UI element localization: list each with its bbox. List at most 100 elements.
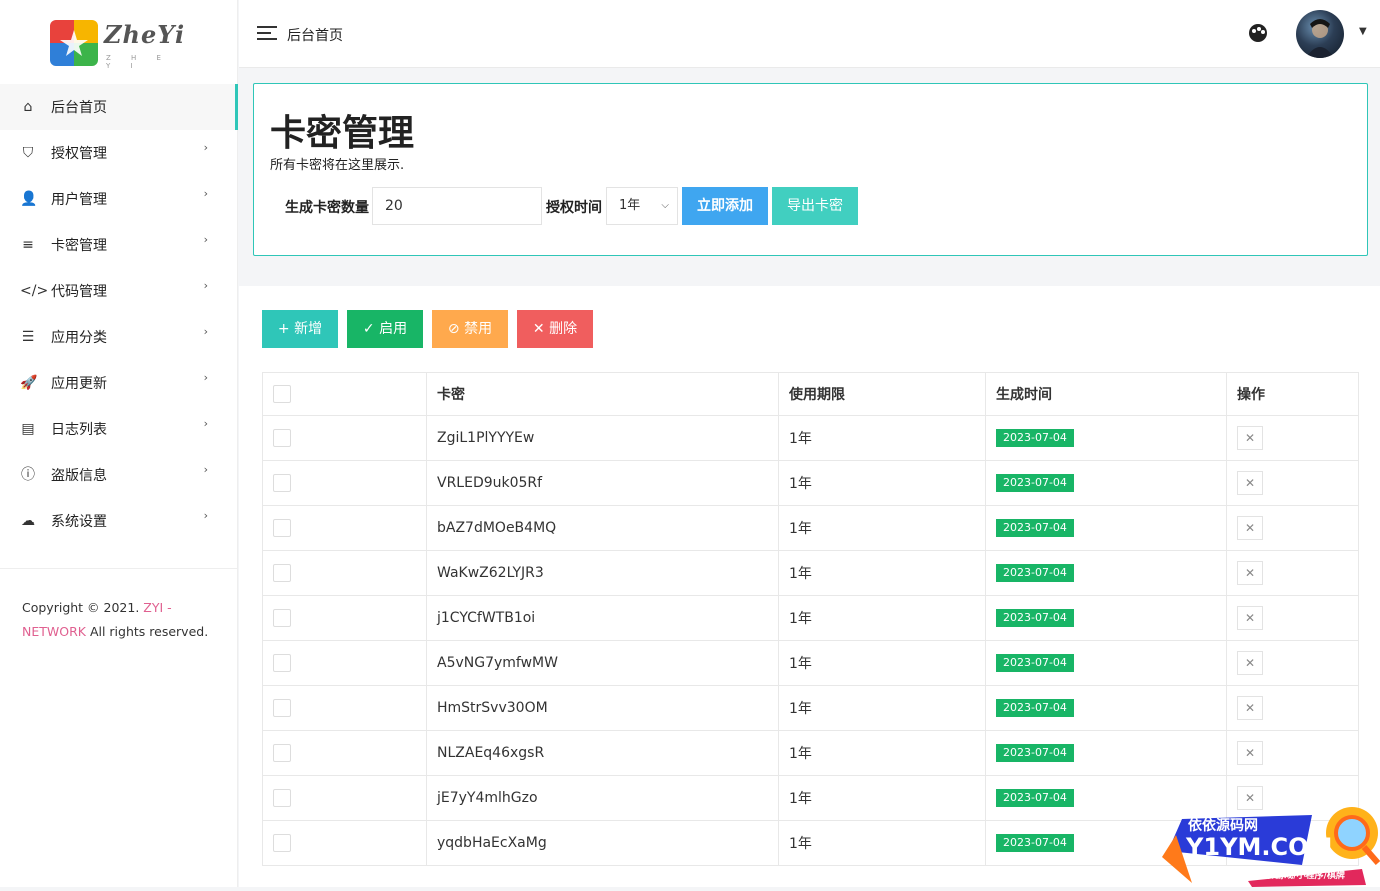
- add-button-label: 新增: [294, 321, 323, 337]
- check-icon: ✓: [362, 321, 375, 337]
- code-icon: </>: [20, 283, 49, 299]
- table-row[interactable]: HmStrSvv30OM 1年 2023-07-04 ✕: [262, 685, 1359, 731]
- row-checkbox[interactable]: [273, 609, 291, 627]
- row-delete-button[interactable]: ✕: [1237, 516, 1263, 540]
- table-row[interactable]: j1CYCfWTB1oi 1年 2023-07-04 ✕: [262, 595, 1359, 641]
- table-row[interactable]: VRLED9uk05Rf 1年 2023-07-04 ✕: [262, 460, 1359, 506]
- table-row[interactable]: A5vNG7ymfwMW 1年 2023-07-04 ✕: [262, 640, 1359, 686]
- actions-cell: ✕: [1226, 730, 1359, 776]
- sidebar-divider: [0, 568, 238, 569]
- user-icon: 👤: [20, 191, 38, 207]
- cards-table: 卡密 使用期限 生成时间 操作 ZgiL1PlYYYEw 1年 2023-07-04…: [262, 372, 1359, 866]
- copyright-prefix: Copyright © 2021.: [22, 600, 144, 615]
- date-badge: 2023-07-04: [996, 519, 1074, 537]
- select-all-cell: [262, 372, 427, 416]
- logo-text: ZheYi: [104, 20, 186, 49]
- date-cell: 2023-07-04: [985, 685, 1227, 731]
- sidebar-item-label: 系统设置: [51, 514, 107, 530]
- table-row[interactable]: bAZ7dMOeB4MQ 1年 2023-07-04 ✕: [262, 505, 1359, 551]
- row-checkbox[interactable]: [273, 564, 291, 582]
- hamburger-icon[interactable]: [257, 26, 277, 42]
- card-key-cell: j1CYCfWTB1oi: [426, 595, 779, 641]
- row-delete-button[interactable]: ✕: [1237, 696, 1263, 720]
- row-delete-button[interactable]: ✕: [1237, 606, 1263, 630]
- date-cell: 2023-07-04: [985, 730, 1227, 776]
- sidebar-item-label: 应用分类: [51, 330, 107, 346]
- term-cell: 1年: [778, 730, 986, 776]
- row-delete-button[interactable]: ✕: [1237, 471, 1263, 495]
- home-icon: ⌂: [23, 99, 33, 115]
- term-cell: 1年: [778, 550, 986, 596]
- sidebar-item-label: 卡密管理: [51, 238, 107, 254]
- sidebar-item-2[interactable]: ⛉ 授权管理 ›: [0, 130, 238, 176]
- duration-select[interactable]: 1年 ⌵: [606, 187, 678, 225]
- count-label: 生成卡密数量: [285, 200, 369, 216]
- column-header-term: 使用期限: [778, 372, 986, 416]
- logo[interactable]: ZheYi Z H E Y I: [50, 18, 190, 70]
- delete-button[interactable]: ✕ 删除: [517, 310, 593, 348]
- row-checkbox[interactable]: [273, 744, 291, 762]
- sidebar-item-7[interactable]: 🚀 应用更新 ›: [0, 360, 238, 406]
- row-checkbox[interactable]: [273, 519, 291, 537]
- sidebar-item-10[interactable]: ☁ 系统设置 ›: [0, 498, 238, 544]
- card-key-cell: NLZAEq46xgsR: [426, 730, 779, 776]
- enable-button[interactable]: ✓ 启用: [347, 310, 423, 348]
- row-delete-button[interactable]: ✕: [1237, 651, 1263, 675]
- sidebar-item-4[interactable]: ≡ 卡密管理 ›: [0, 222, 238, 268]
- sidebar-item-6[interactable]: ☰ 应用分类 ›: [0, 314, 238, 360]
- sidebar-item-1[interactable]: ⌂ 后台首页: [0, 84, 238, 130]
- table-row[interactable]: WaKwZ62LYJR3 1年 2023-07-04 ✕: [262, 550, 1359, 596]
- term-cell: 1年: [778, 415, 986, 461]
- export-button[interactable]: 导出卡密: [772, 187, 858, 225]
- date-badge: 2023-07-04: [996, 699, 1074, 717]
- table-header-row: 卡密 使用期限 生成时间 操作: [262, 372, 1359, 416]
- avatar[interactable]: [1296, 10, 1344, 58]
- card-key-cell: WaKwZ62LYJR3: [426, 550, 779, 596]
- sidebar-item-label: 盗版信息: [51, 468, 107, 484]
- sidebar-item-9[interactable]: ⓘ 盗版信息 ›: [0, 452, 238, 498]
- card-key-cell: A5vNG7ymfwMW: [426, 640, 779, 686]
- count-input[interactable]: 20: [372, 187, 542, 225]
- breadcrumb[interactable]: 后台首页: [287, 25, 343, 45]
- row-checkbox[interactable]: [273, 699, 291, 717]
- plus-icon: +: [277, 321, 290, 337]
- term-cell: 1年: [778, 775, 986, 821]
- message-icon: ▤: [21, 421, 35, 437]
- row-delete-button[interactable]: ✕: [1237, 741, 1263, 765]
- enable-button-label: 启用: [379, 321, 408, 337]
- caret-down-icon[interactable]: ▼: [1359, 26, 1367, 37]
- row-checkbox[interactable]: [273, 789, 291, 807]
- column-header-key: 卡密: [426, 372, 779, 416]
- add-button[interactable]: + 新增: [262, 310, 338, 348]
- disable-button-label: 禁用: [464, 321, 493, 337]
- row-checkbox[interactable]: [273, 474, 291, 492]
- row-checkbox[interactable]: [273, 654, 291, 672]
- card-key-cell: VRLED9uk05Rf: [426, 460, 779, 506]
- add-now-button[interactable]: 立即添加: [682, 187, 768, 225]
- row-checkbox[interactable]: [273, 429, 291, 447]
- close-icon: ✕: [532, 321, 545, 337]
- disable-button[interactable]: ⊘ 禁用: [432, 310, 508, 348]
- palette-icon[interactable]: [1249, 24, 1267, 42]
- watermark-line2: Y1YM.COM: [1186, 833, 1333, 861]
- card-key-cell: bAZ7dMOeB4MQ: [426, 505, 779, 551]
- date-cell: 2023-07-04: [985, 550, 1227, 596]
- row-checkbox[interactable]: [273, 834, 291, 852]
- checkbox-cell: [262, 685, 427, 731]
- watermark-line3: 软件/游戏/小程序/棋牌: [1254, 871, 1345, 881]
- table-row[interactable]: ZgiL1PlYYYEw 1年 2023-07-04 ✕: [262, 415, 1359, 461]
- column-header-actions: 操作: [1226, 372, 1359, 416]
- card-manage-panel: 卡密管理 所有卡密将在这里展示. 生成卡密数量 20 授权时间 1年 ⌵ 立即添…: [253, 83, 1368, 256]
- sidebar-item-label: 用户管理: [51, 192, 107, 208]
- sidebar-item-3[interactable]: 👤 用户管理 ›: [0, 176, 238, 222]
- row-delete-button[interactable]: ✕: [1237, 426, 1263, 450]
- date-cell: 2023-07-04: [985, 460, 1227, 506]
- cloud-icon: ☁: [21, 513, 35, 529]
- select-all-checkbox[interactable]: [273, 385, 291, 403]
- term-cell: 1年: [778, 460, 986, 506]
- table-row[interactable]: NLZAEq46xgsR 1年 2023-07-04 ✕: [262, 730, 1359, 776]
- row-delete-button[interactable]: ✕: [1237, 561, 1263, 585]
- sidebar-item-8[interactable]: ▤ 日志列表 ›: [0, 406, 238, 452]
- sidebar-item-5[interactable]: </> 代码管理 ›: [0, 268, 238, 314]
- chevron-right-icon: ›: [203, 509, 208, 522]
